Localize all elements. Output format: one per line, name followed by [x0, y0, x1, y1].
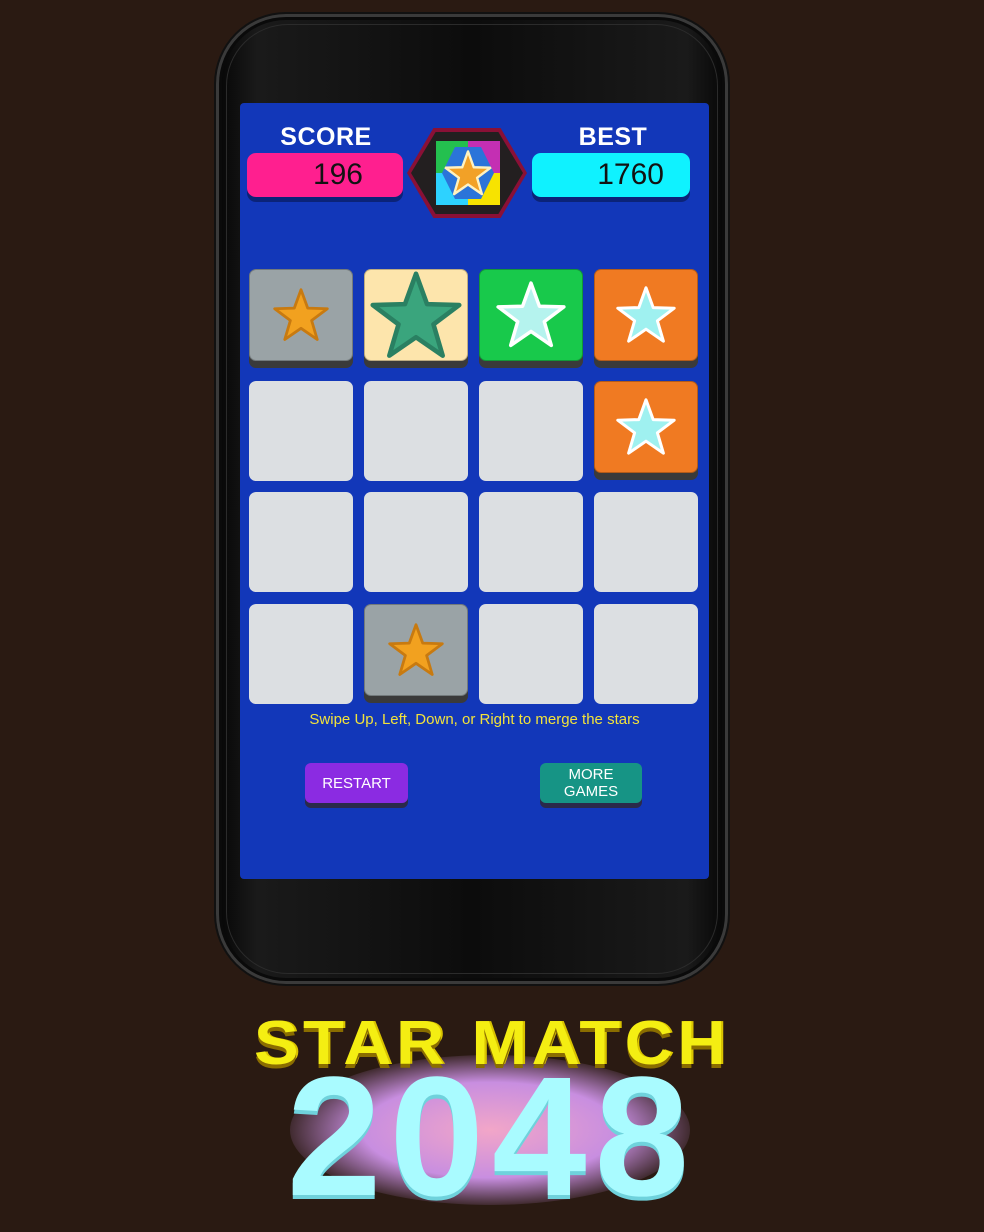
- star-tile: [594, 381, 698, 473]
- empty-cell: [594, 492, 698, 592]
- empty-cell: [479, 381, 583, 481]
- star-tile: [364, 604, 468, 696]
- instruction-text: Swipe Up, Left, Down, or Right to merge …: [309, 711, 640, 728]
- empty-cell: [249, 604, 353, 704]
- restart-button[interactable]: RESTART: [305, 763, 408, 803]
- gold-star-icon: [273, 288, 329, 342]
- game-screen: SCORE BEST 196 1760 Swipe Up, Left, Down…: [240, 103, 709, 879]
- empty-cell: [364, 492, 468, 592]
- green-star-icon: [370, 271, 462, 358]
- more-games-button[interactable]: MORE GAMES: [540, 763, 642, 803]
- cyan-star-icon: [616, 286, 676, 343]
- star-tile: [479, 269, 583, 361]
- star-tile: [249, 269, 353, 361]
- cyan-star-icon: [616, 398, 676, 455]
- gold-star-icon: [388, 623, 444, 677]
- empty-cell: [249, 492, 353, 592]
- empty-cell: [249, 381, 353, 481]
- white-star-icon: [496, 281, 566, 348]
- star-tile: [364, 269, 468, 361]
- empty-cell: [479, 604, 583, 704]
- empty-cell: [594, 604, 698, 704]
- game-title-line2: 2048: [286, 1042, 698, 1232]
- empty-cell: [479, 492, 583, 592]
- star-tile: [594, 269, 698, 361]
- empty-cell: [364, 381, 468, 481]
